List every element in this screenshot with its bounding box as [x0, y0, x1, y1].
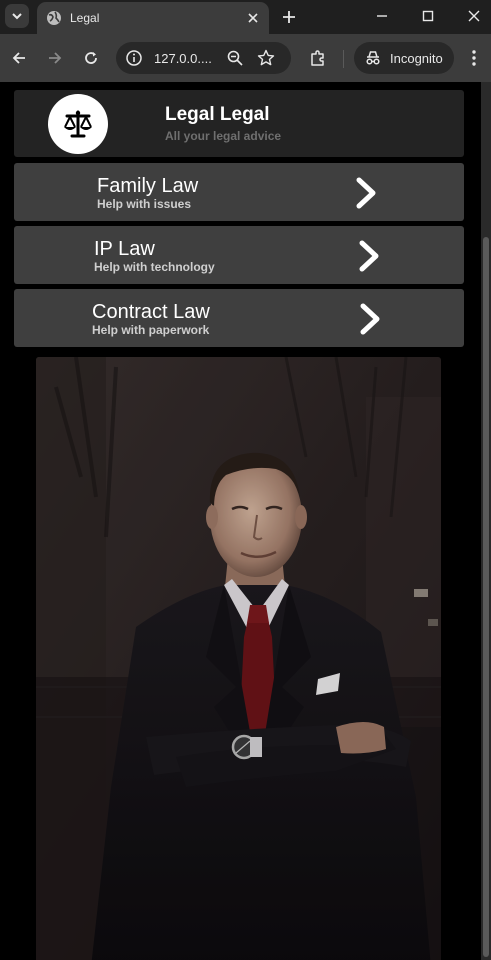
hero-image: [36, 357, 441, 960]
minimize-icon: [377, 15, 387, 17]
tab-search-button[interactable]: [5, 4, 29, 28]
site-subtitle: All your legal advice: [165, 129, 282, 143]
site-info-icon[interactable]: [125, 49, 143, 67]
puzzle-piece-icon: [311, 50, 324, 66]
page-scrollbar[interactable]: [481, 82, 491, 960]
site-title: Legal Legal: [165, 104, 270, 125]
forward-button[interactable]: [43, 46, 67, 70]
close-icon: [468, 10, 480, 22]
arrow-left-icon: [12, 52, 25, 64]
incognito-icon: [366, 51, 380, 65]
chevron-right-icon[interactable]: [357, 240, 383, 272]
tab-title: Legal: [70, 11, 100, 25]
reload-icon: [85, 52, 97, 64]
page-viewport: Legal Legal All your legal advice Family…: [0, 82, 491, 960]
service-description: Help with issues: [97, 197, 192, 211]
service-card-family-law[interactable]: Family Law Help with issues: [14, 163, 464, 221]
plus-icon: [283, 11, 295, 23]
service-card-contract-law[interactable]: Contract Law Help with paperwork: [14, 289, 464, 347]
maximize-button[interactable]: [414, 4, 442, 28]
chevron-right-icon[interactable]: [358, 303, 384, 335]
incognito-label: Incognito: [390, 50, 443, 66]
new-tab-button[interactable]: [279, 7, 299, 27]
site-header: Legal Legal All your legal advice: [14, 90, 464, 157]
globe-icon: [47, 11, 61, 25]
lawyer-portrait-illustration: [36, 357, 441, 960]
bookmark-star-icon[interactable]: [257, 49, 275, 67]
chevron-down-icon: [12, 13, 22, 20]
service-description: Help with technology: [94, 260, 215, 274]
scrollbar-thumb[interactable]: [483, 237, 489, 957]
tab-strip: Legal: [0, 0, 491, 34]
scales-of-justice-icon: [64, 110, 92, 138]
incognito-profile-button[interactable]: Incognito: [354, 42, 454, 74]
close-window-button[interactable]: [460, 4, 488, 28]
toolbar-divider: [343, 50, 344, 68]
more-vertical-icon: [472, 50, 476, 66]
extensions-button[interactable]: [306, 46, 330, 70]
browser-toolbar: 127.0.0.... Incognito: [0, 34, 491, 82]
back-button[interactable]: [7, 46, 31, 70]
service-description: Help with paperwork: [92, 323, 210, 337]
maximize-icon: [422, 10, 434, 22]
zoom-icon[interactable]: [226, 49, 244, 67]
service-card-ip-law[interactable]: IP Law Help with technology: [14, 226, 464, 284]
reload-button[interactable]: [79, 46, 103, 70]
minimize-button[interactable]: [368, 4, 396, 28]
address-bar[interactable]: 127.0.0....: [116, 42, 291, 74]
arrow-right-icon: [49, 52, 62, 64]
url-text[interactable]: 127.0.0....: [154, 51, 212, 66]
browser-tab[interactable]: Legal: [37, 2, 269, 34]
service-title: IP Law: [94, 238, 155, 260]
chevron-right-icon[interactable]: [354, 177, 380, 209]
service-title: Family Law: [97, 175, 199, 197]
browser-menu-button[interactable]: [464, 46, 484, 70]
close-tab-icon[interactable]: [245, 10, 261, 26]
site-logo[interactable]: [48, 94, 108, 154]
service-title: Contract Law: [92, 301, 210, 323]
